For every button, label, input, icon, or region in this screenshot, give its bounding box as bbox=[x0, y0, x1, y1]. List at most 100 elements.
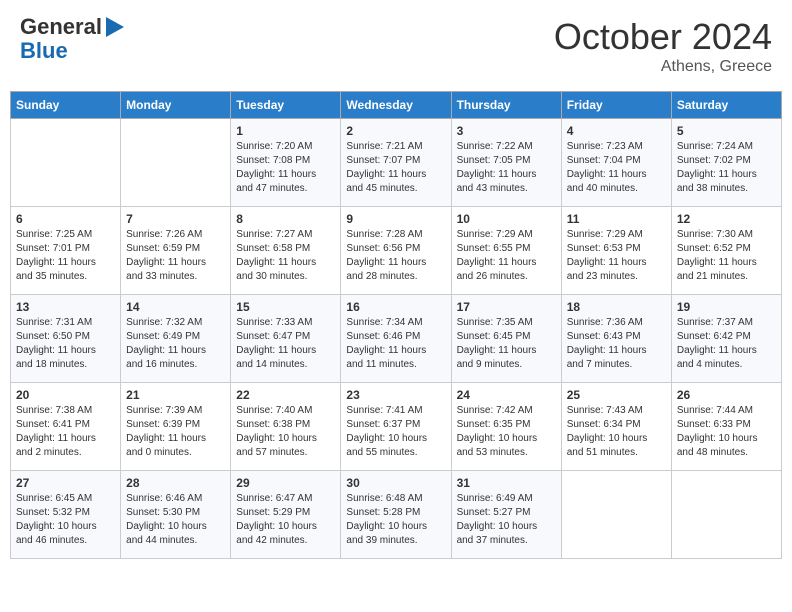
day-info: Sunrise: 7:34 AMSunset: 6:46 PMDaylight:… bbox=[346, 316, 445, 372]
day-info: Sunrise: 7:30 AMSunset: 6:52 PMDaylight:… bbox=[677, 228, 776, 284]
calendar-cell bbox=[11, 119, 121, 207]
week-row-2: 6Sunrise: 7:25 AMSunset: 7:01 PMDaylight… bbox=[11, 207, 782, 295]
calendar-cell: 7 Sunrise: 7:26 AMSunset: 6:59 PMDaylight… bbox=[121, 207, 231, 295]
day-number: 17 bbox=[457, 300, 556, 314]
calendar-cell: 30 Sunrise: 6:48 AMSunset: 5:28 PMDayligh… bbox=[341, 471, 451, 559]
calendar-cell: 20 Sunrise: 7:38 AMSunset: 6:41 PMDayligh… bbox=[11, 383, 121, 471]
day-info: Sunrise: 7:26 AMSunset: 6:59 PMDaylight:… bbox=[126, 228, 225, 284]
calendar-cell: 3Sunrise: 7:22 AMSunset: 7:05 PMDaylight… bbox=[451, 119, 561, 207]
calendar-cell: 17 Sunrise: 7:35 AMSunset: 6:45 PMDayligh… bbox=[451, 295, 561, 383]
day-number: 4 bbox=[567, 124, 666, 138]
title-area: October 2024 Athens, Greece bbox=[554, 15, 772, 76]
day-info: Sunrise: 7:35 AMSunset: 6:45 PMDaylight:… bbox=[457, 316, 556, 372]
day-info: Sunrise: 7:43 AMSunset: 6:34 PMDaylight:… bbox=[567, 404, 666, 460]
calendar-cell: 2 Sunrise: 7:21 AMSunset: 7:07 PMDaylight… bbox=[341, 119, 451, 207]
day-info: Sunrise: 6:48 AMSunset: 5:28 PMDaylight:… bbox=[346, 492, 445, 548]
calendar-cell: 9 Sunrise: 7:28 AMSunset: 6:56 PMDaylight… bbox=[341, 207, 451, 295]
day-number: 24 bbox=[457, 388, 556, 402]
calendar-cell: 19Sunrise: 7:37 AMSunset: 6:42 PMDayligh… bbox=[671, 295, 781, 383]
day-header-tuesday: Tuesday bbox=[231, 92, 341, 119]
calendar-cell: 13 Sunrise: 7:31 AMSunset: 6:50 PMDayligh… bbox=[11, 295, 121, 383]
calendar-cell: 18Sunrise: 7:36 AMSunset: 6:43 PMDayligh… bbox=[561, 295, 671, 383]
day-info: Sunrise: 7:32 AMSunset: 6:49 PMDaylight:… bbox=[126, 316, 225, 372]
calendar-cell: 4 Sunrise: 7:23 AMSunset: 7:04 PMDaylight… bbox=[561, 119, 671, 207]
day-info: Sunrise: 7:29 AMSunset: 6:53 PMDaylight:… bbox=[567, 228, 666, 284]
calendar-cell: 29Sunrise: 6:47 AMSunset: 5:29 PMDayligh… bbox=[231, 471, 341, 559]
day-info: Sunrise: 7:39 AMSunset: 6:39 PMDaylight:… bbox=[126, 404, 225, 460]
calendar-table: SundayMondayTuesdayWednesdayThursdayFrid… bbox=[10, 91, 782, 559]
calendar-cell: 27 Sunrise: 6:45 AMSunset: 5:32 PMDayligh… bbox=[11, 471, 121, 559]
day-info: Sunrise: 7:23 AMSunset: 7:04 PMDaylight:… bbox=[567, 140, 666, 196]
day-info: Sunrise: 7:29 AMSunset: 6:55 PMDaylight:… bbox=[457, 228, 556, 284]
logo-arrow-icon bbox=[106, 17, 124, 37]
week-row-1: 1 Sunrise: 7:20 AMSunset: 7:08 PMDaylight… bbox=[11, 119, 782, 207]
day-number: 21 bbox=[126, 388, 225, 402]
day-header-friday: Friday bbox=[561, 92, 671, 119]
logo-blue-text: Blue bbox=[20, 39, 68, 63]
day-number: 23 bbox=[346, 388, 445, 402]
day-info: Sunrise: 6:45 AMSunset: 5:32 PMDaylight:… bbox=[16, 492, 115, 548]
day-number: 28 bbox=[126, 476, 225, 490]
calendar-cell: 10 Sunrise: 7:29 AMSunset: 6:55 PMDayligh… bbox=[451, 207, 561, 295]
day-number: 25 bbox=[567, 388, 666, 402]
day-header-sunday: Sunday bbox=[11, 92, 121, 119]
day-number: 27 bbox=[16, 476, 115, 490]
day-info: Sunrise: 7:44 AMSunset: 6:33 PMDaylight:… bbox=[677, 404, 776, 460]
day-number: 31 bbox=[457, 476, 556, 490]
day-info: Sunrise: 7:41 AMSunset: 6:37 PMDaylight:… bbox=[346, 404, 445, 460]
calendar-cell: 23 Sunrise: 7:41 AMSunset: 6:37 PMDayligh… bbox=[341, 383, 451, 471]
day-info: Sunrise: 7:40 AMSunset: 6:38 PMDaylight:… bbox=[236, 404, 335, 460]
day-number: 3 bbox=[457, 124, 556, 138]
calendar-cell: 24Sunrise: 7:42 AMSunset: 6:35 PMDayligh… bbox=[451, 383, 561, 471]
day-number: 30 bbox=[346, 476, 445, 490]
calendar-cell: 21 Sunrise: 7:39 AMSunset: 6:39 PMDayligh… bbox=[121, 383, 231, 471]
day-header-thursday: Thursday bbox=[451, 92, 561, 119]
day-info: Sunrise: 7:33 AMSunset: 6:47 PMDaylight:… bbox=[236, 316, 335, 372]
calendar-header-row: SundayMondayTuesdayWednesdayThursdayFrid… bbox=[11, 92, 782, 119]
day-number: 20 bbox=[16, 388, 115, 402]
day-number: 9 bbox=[346, 212, 445, 226]
day-number: 2 bbox=[346, 124, 445, 138]
day-number: 18 bbox=[567, 300, 666, 314]
logo: General Blue bbox=[20, 15, 124, 63]
calendar-cell: 31Sunrise: 6:49 AMSunset: 5:27 PMDayligh… bbox=[451, 471, 561, 559]
day-number: 12 bbox=[677, 212, 776, 226]
calendar-cell: 15Sunrise: 7:33 AMSunset: 6:47 PMDayligh… bbox=[231, 295, 341, 383]
day-info: Sunrise: 7:38 AMSunset: 6:41 PMDaylight:… bbox=[16, 404, 115, 460]
week-row-4: 20 Sunrise: 7:38 AMSunset: 6:41 PMDayligh… bbox=[11, 383, 782, 471]
calendar-cell: 8Sunrise: 7:27 AMSunset: 6:58 PMDaylight… bbox=[231, 207, 341, 295]
calendar-cell: 12 Sunrise: 7:30 AMSunset: 6:52 PMDayligh… bbox=[671, 207, 781, 295]
day-info: Sunrise: 7:24 AMSunset: 7:02 PMDaylight:… bbox=[677, 140, 776, 196]
day-number: 6 bbox=[16, 212, 115, 226]
day-number: 22 bbox=[236, 388, 335, 402]
day-number: 19 bbox=[677, 300, 776, 314]
day-info: Sunrise: 6:46 AMSunset: 5:30 PMDaylight:… bbox=[126, 492, 225, 548]
calendar-cell: 6Sunrise: 7:25 AMSunset: 7:01 PMDaylight… bbox=[11, 207, 121, 295]
calendar-cell: 28 Sunrise: 6:46 AMSunset: 5:30 PMDayligh… bbox=[121, 471, 231, 559]
day-number: 11 bbox=[567, 212, 666, 226]
calendar-cell: 11 Sunrise: 7:29 AMSunset: 6:53 PMDayligh… bbox=[561, 207, 671, 295]
day-info: Sunrise: 7:31 AMSunset: 6:50 PMDaylight:… bbox=[16, 316, 115, 372]
location-text: Athens, Greece bbox=[554, 58, 772, 76]
day-number: 10 bbox=[457, 212, 556, 226]
day-number: 29 bbox=[236, 476, 335, 490]
day-info: Sunrise: 7:21 AMSunset: 7:07 PMDaylight:… bbox=[346, 140, 445, 196]
day-info: Sunrise: 7:28 AMSunset: 6:56 PMDaylight:… bbox=[346, 228, 445, 284]
day-number: 7 bbox=[126, 212, 225, 226]
calendar-cell: 25 Sunrise: 7:43 AMSunset: 6:34 PMDayligh… bbox=[561, 383, 671, 471]
calendar-cell: 22 Sunrise: 7:40 AMSunset: 6:38 PMDayligh… bbox=[231, 383, 341, 471]
calendar-cell: 14Sunrise: 7:32 AMSunset: 6:49 PMDayligh… bbox=[121, 295, 231, 383]
calendar-cell: 1 Sunrise: 7:20 AMSunset: 7:08 PMDaylight… bbox=[231, 119, 341, 207]
day-info: Sunrise: 7:27 AMSunset: 6:58 PMDaylight:… bbox=[236, 228, 335, 284]
calendar-cell: 26Sunrise: 7:44 AMSunset: 6:33 PMDayligh… bbox=[671, 383, 781, 471]
day-number: 1 bbox=[236, 124, 335, 138]
month-title: October 2024 bbox=[554, 15, 772, 58]
day-number: 13 bbox=[16, 300, 115, 314]
calendar-cell: 5 Sunrise: 7:24 AMSunset: 7:02 PMDaylight… bbox=[671, 119, 781, 207]
calendar-cell bbox=[671, 471, 781, 559]
week-row-3: 13 Sunrise: 7:31 AMSunset: 6:50 PMDayligh… bbox=[11, 295, 782, 383]
week-row-5: 27 Sunrise: 6:45 AMSunset: 5:32 PMDayligh… bbox=[11, 471, 782, 559]
day-number: 5 bbox=[677, 124, 776, 138]
calendar-cell: 16Sunrise: 7:34 AMSunset: 6:46 PMDayligh… bbox=[341, 295, 451, 383]
day-info: Sunrise: 7:20 AMSunset: 7:08 PMDaylight:… bbox=[236, 140, 335, 196]
